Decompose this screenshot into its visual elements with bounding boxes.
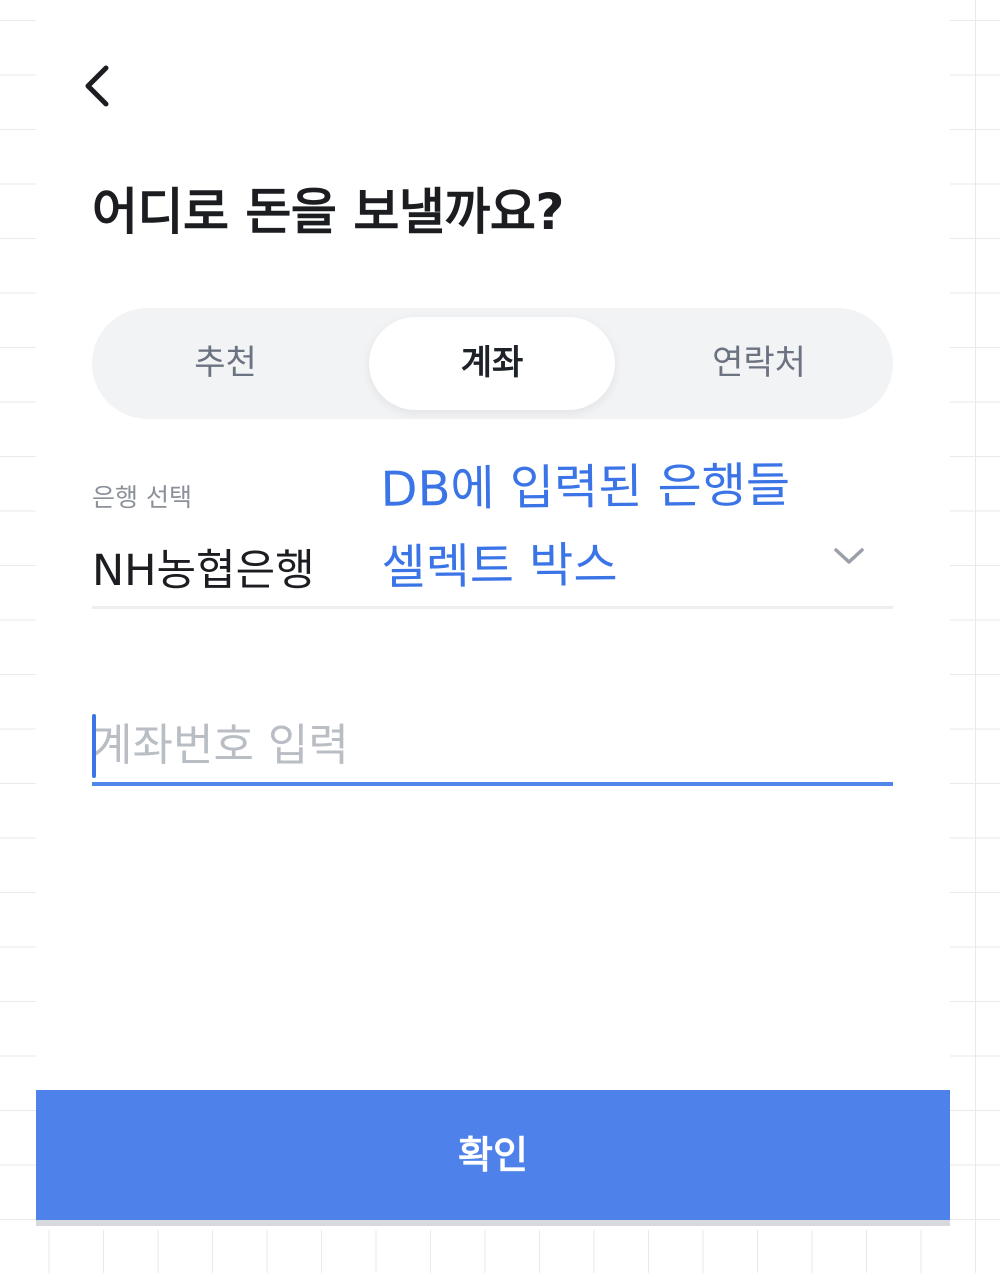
handwritten-annotation: DB에 입력된 은행들셀렉트 박스 (380, 445, 902, 606)
chevron-left-icon (85, 65, 109, 107)
annotation-line-1: DB에 입력된 은행들 (380, 457, 791, 518)
text-cursor (92, 714, 96, 778)
bank-select-label: 은행 선택 (92, 483, 192, 512)
page-title: 어디로 돈을 보낼까요? (92, 183, 564, 241)
bank-select-value: NH농협은행 (92, 546, 315, 596)
transfer-screen: 어디로 돈을 보낼까요? 추천 계좌 연락처 은행 선택 NH농협은행 DB에 … (36, 0, 950, 1230)
back-button[interactable] (76, 58, 126, 114)
tab-recommended[interactable]: 추천 (92, 308, 359, 419)
recipient-type-tabs: 추천 계좌 연락처 (92, 308, 893, 419)
confirm-button[interactable]: 확인 (36, 1090, 950, 1220)
annotation-line-2: 셀렉트 박스 (381, 537, 618, 596)
account-number-input[interactable] (92, 708, 893, 786)
tab-account[interactable]: 계좌 (369, 308, 615, 419)
tab-contacts[interactable]: 연락처 (625, 308, 893, 419)
